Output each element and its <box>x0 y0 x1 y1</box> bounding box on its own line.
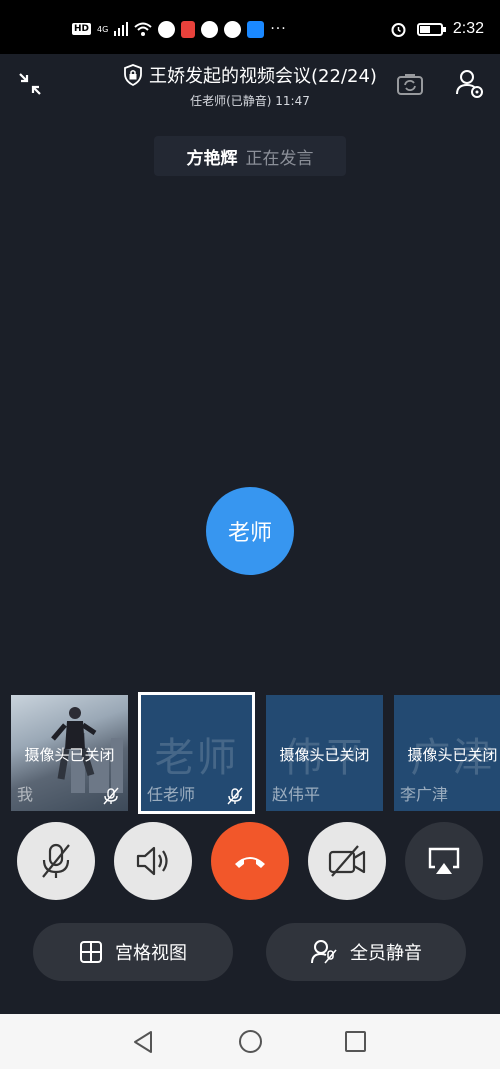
grid-view-label: 宫格视图 <box>115 943 187 964</box>
app-icon <box>158 20 176 38</box>
mic-muted-icon <box>227 787 243 805</box>
meeting-subtitle: 任老师(已静音) 11:47 <box>190 94 310 108</box>
participant-tile[interactable]: 广津 摄像头已关闭 李广津 <box>394 695 500 811</box>
camera-off-icon <box>328 845 366 877</box>
mute-all-button[interactable]: 全员静音 <box>266 923 466 981</box>
hangup-icon <box>235 857 265 868</box>
alipay-icon <box>247 20 265 38</box>
alarm-icon <box>391 22 406 37</box>
wechat-icon <box>224 20 242 38</box>
tile-initials: 老师 <box>154 735 239 781</box>
mic-muted-icon <box>103 787 119 805</box>
hd-icon: HD <box>72 23 92 35</box>
back-icon[interactable] <box>132 1030 154 1054</box>
camera-toggle-button[interactable] <box>308 822 386 900</box>
speaker-button[interactable] <box>114 822 192 900</box>
participant-tile-self[interactable]: 摄像头已关闭 我 <box>11 695 128 811</box>
camera-off-label: 摄像头已关闭 <box>24 746 115 764</box>
shield-lock-icon <box>124 64 142 86</box>
title-block: 王娇发起的视频会议(22/24) 任老师(已静音) 11:47 <box>0 62 500 109</box>
signal-icon <box>114 22 129 36</box>
speaker-icon <box>136 846 168 876</box>
app-icon <box>201 20 219 38</box>
screen-share-button[interactable] <box>405 822 483 900</box>
participant-name: 李广津 <box>400 785 449 804</box>
main-avatar: 老师 <box>206 487 294 575</box>
mute-all-label: 全员静音 <box>350 943 422 964</box>
meeting-header: 王娇发起的视频会议(22/24) 任老师(已静音) 11:47 <box>0 54 500 114</box>
camera-off-label: 摄像头已关闭 <box>279 746 370 764</box>
grid-icon <box>80 941 102 963</box>
participant-tile[interactable]: 伟平 摄像头已关闭 赵伟平 <box>266 695 383 811</box>
call-controls <box>0 822 500 902</box>
switch-camera-icon[interactable] <box>396 70 424 98</box>
mic-toggle-button[interactable] <box>17 822 95 900</box>
participant-name: 任老师 <box>147 785 196 804</box>
status-right-icons: 2:32 <box>390 18 484 40</box>
more-notifications: ··· <box>270 21 287 37</box>
home-icon[interactable] <box>239 1030 262 1053</box>
participant-name: 赵伟平 <box>272 785 321 804</box>
participant-strip[interactable]: 摄像头已关闭 我 老师 任老师 伟平 摄像头已关闭 赵伟平 广津 摄像头已关闭 … <box>0 692 500 814</box>
participant-tile-selected[interactable]: 老师 任老师 <box>138 692 255 814</box>
system-nav-bar <box>0 1014 500 1069</box>
status-bar: HD 4G ··· 2:32 <box>0 0 500 54</box>
camera-off-label: 摄像头已关闭 <box>407 746 498 764</box>
active-speaker-banner: 方艳辉 正在发言 <box>154 136 346 176</box>
recents-icon[interactable] <box>345 1031 366 1052</box>
screen-share-icon <box>428 847 460 874</box>
meeting-title: 王娇发起的视频会议(22/24) <box>149 66 377 87</box>
grid-view-button[interactable]: 宫格视图 <box>33 923 233 981</box>
battery-icon <box>416 22 446 36</box>
wifi-icon <box>134 22 152 36</box>
network-type: 4G <box>97 24 109 34</box>
clock: 2:32 <box>452 20 484 37</box>
recorder-icon <box>181 20 196 38</box>
members-icon[interactable] <box>454 68 484 98</box>
hang-up-button[interactable] <box>211 822 289 900</box>
speaker-name: 方艳辉 <box>186 148 238 169</box>
participant-name: 我 <box>17 785 34 804</box>
speaker-status: 正在发言 <box>245 148 314 169</box>
mute-all-icon <box>311 940 337 964</box>
mic-muted-icon <box>42 843 70 878</box>
status-left-icons: HD 4G ··· <box>72 18 287 40</box>
